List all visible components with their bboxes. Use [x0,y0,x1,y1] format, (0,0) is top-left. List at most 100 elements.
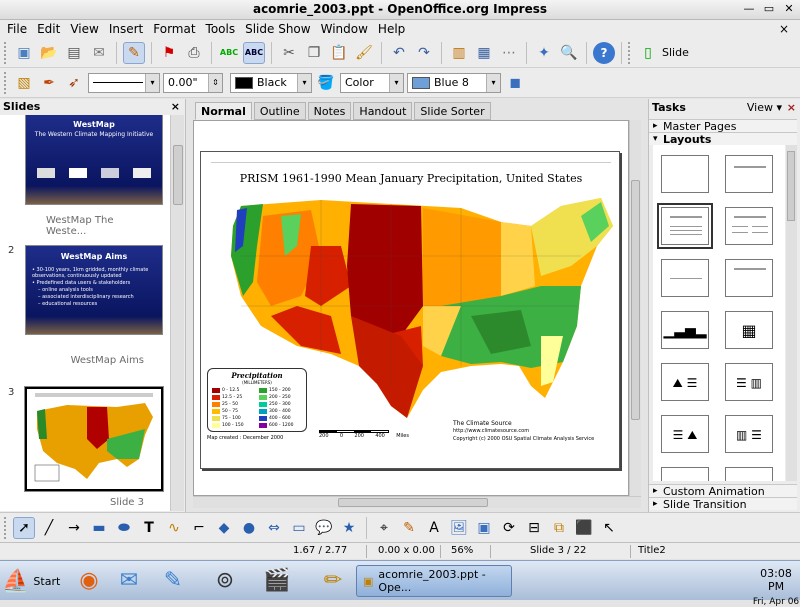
area-style-select[interactable]: Color ▾ [340,72,404,93]
minimize-icon[interactable]: — [742,2,756,16]
interaction-icon[interactable]: ↖ [598,517,620,539]
tasks-pane-close-button[interactable]: × [787,99,796,117]
slide-vertical-scrollbar[interactable] [629,120,641,496]
layout-title-text-chart[interactable]: ☰ ▥ [725,363,773,401]
line-tool-icon[interactable]: ╱ [38,517,60,539]
points-icon[interactable]: ⌖ [373,517,395,539]
menu-edit[interactable]: Edit [32,20,65,38]
tab-outline[interactable]: Outline [253,102,306,120]
menu-insert[interactable]: Insert [104,20,148,38]
layout-title-chart[interactable]: ▁▃▅▂ [661,311,709,349]
save-icon[interactable]: ▤ [63,42,85,64]
scrollbar-thumb[interactable] [338,498,488,507]
connector-icon[interactable]: ⌐ [188,517,210,539]
layout-blank[interactable] [661,155,709,193]
edit-styles-icon[interactable]: ▧ [13,72,35,94]
tab-handout[interactable]: Handout [353,102,413,120]
curve-icon[interactable]: ∿ [163,517,185,539]
line-color-select[interactable]: Black ▾ [230,72,312,93]
layout-title-chart-text[interactable]: ▥ ☰ [725,415,773,453]
toolbar-grip[interactable] [628,41,632,64]
line-style-icon[interactable]: ✒ [38,72,60,94]
menu-view[interactable]: View [65,20,103,38]
from-file-icon[interactable]: 🖼 [448,517,470,539]
export-pdf-icon[interactable]: ⚑ [158,42,180,64]
maximize-icon[interactable]: ▭ [762,2,776,16]
alignment-icon[interactable]: ⊟ [523,517,545,539]
table-icon[interactable]: ▦ [473,42,495,64]
undo-icon[interactable]: ↶ [388,42,410,64]
writer-icon[interactable]: ✎ [158,565,188,595]
layout-title-table[interactable]: ▦ [725,311,773,349]
layout-centered-text[interactable] [661,259,709,297]
impress-icon[interactable]: ✏ [318,565,348,595]
rectangle-icon[interactable]: ▬ [88,517,110,539]
slide-thumbnail-1[interactable]: WestMap The Western Climate Mapping Init… [25,115,163,205]
menu-format[interactable]: Format [148,20,200,38]
toolbar-grip[interactable] [4,41,8,64]
line-width-field[interactable]: 0.00" ⇕ [163,72,223,93]
status-zoom[interactable]: 56% [451,545,473,556]
flowchart-icon[interactable]: ▭ [288,517,310,539]
paste-icon[interactable]: 📋 [328,42,350,64]
print-icon[interactable]: ⎙ [183,42,205,64]
section-layouts[interactable]: Layouts [649,132,797,146]
slides-scrollbar[interactable] [170,115,184,511]
select-arrow-icon[interactable]: ➚ [13,516,35,539]
layouts-scrollbar[interactable] [786,145,797,481]
arrange-icon[interactable]: ⧉ [548,517,570,539]
text-tool-icon[interactable]: T [138,517,160,539]
layout-title-text-clipart[interactable]: ☰ ⛰ [661,415,709,453]
section-master-pages[interactable]: Master Pages [649,119,797,133]
area-color-select[interactable]: Blue 8 ▾ [407,72,501,93]
chart-icon[interactable]: ▥ [448,42,470,64]
tab-slide-sorter[interactable]: Slide Sorter [414,102,491,120]
area-fill-icon[interactable]: 🪣 [315,72,337,94]
section-slide-transition[interactable]: Slide Transition [649,497,797,511]
autospellcheck-icon[interactable]: ABC [243,41,265,64]
menu-window[interactable]: Window [316,20,373,38]
cut-icon[interactable]: ✂ [278,42,300,64]
slides-pane-close-button[interactable]: × [171,99,180,114]
slide-edit-area[interactable]: PRISM 1961-1990 Mean January Precipitati… [193,120,629,496]
toolbar-grip[interactable] [4,71,8,94]
menu-tools[interactable]: Tools [201,20,241,38]
scrollbar-thumb[interactable] [787,151,795,221]
layout-title-content[interactable] [657,203,713,249]
symbol-shapes-icon[interactable]: ● [238,517,260,539]
fontwork-icon[interactable]: A [423,517,445,539]
callouts-icon[interactable]: 💬 [313,517,335,539]
document-close-button[interactable]: × [774,20,794,38]
current-slide[interactable]: PRISM 1961-1990 Mean January Precipitati… [200,151,620,469]
arrow-style-icon[interactable]: ➶ [63,72,85,94]
tab-normal[interactable]: Normal [195,102,252,120]
navigator-icon[interactable]: ✦ [533,42,555,64]
layout-title-clipart-text[interactable]: ⛰ ☰ [661,363,709,401]
email-client-icon[interactable]: ✉ [114,565,144,595]
slide-button-label[interactable]: Slide [662,46,689,59]
toolbar-grip[interactable] [4,516,8,539]
block-arrows-icon[interactable]: ⇔ [263,517,285,539]
start-button[interactable]: ⛵ Start [2,565,60,597]
close-icon[interactable]: ✕ [782,2,796,16]
email-document-icon[interactable]: ✉ [88,42,110,64]
glue-points-icon[interactable]: ✎ [398,517,420,539]
slides-scrollbar-thumb[interactable] [173,145,183,205]
layout-title-2content[interactable] [725,207,773,245]
slide-thumbnail-3[interactable] [24,386,164,492]
open-folder-icon[interactable]: 📂 [38,42,60,64]
layout-title-centered[interactable] [725,259,773,297]
rotate-icon[interactable]: ⟳ [498,517,520,539]
menu-help[interactable]: Help [373,20,410,38]
zoom-icon[interactable]: 🔍 [558,42,580,64]
media-player-icon[interactable]: 🎬 [262,565,292,595]
gallery-icon[interactable]: ▣ [473,517,495,539]
display-grid-icon[interactable]: ⋯ [498,42,520,64]
arrow-line-icon[interactable]: → [63,517,85,539]
section-custom-animation[interactable]: Custom Animation [649,484,797,498]
new-document-icon[interactable]: ▣ [13,42,35,64]
layout-more[interactable] [661,467,709,481]
layout-title-only[interactable] [725,155,773,193]
menu-file[interactable]: File [2,20,32,38]
shadow-icon[interactable]: ◼ [504,72,526,94]
